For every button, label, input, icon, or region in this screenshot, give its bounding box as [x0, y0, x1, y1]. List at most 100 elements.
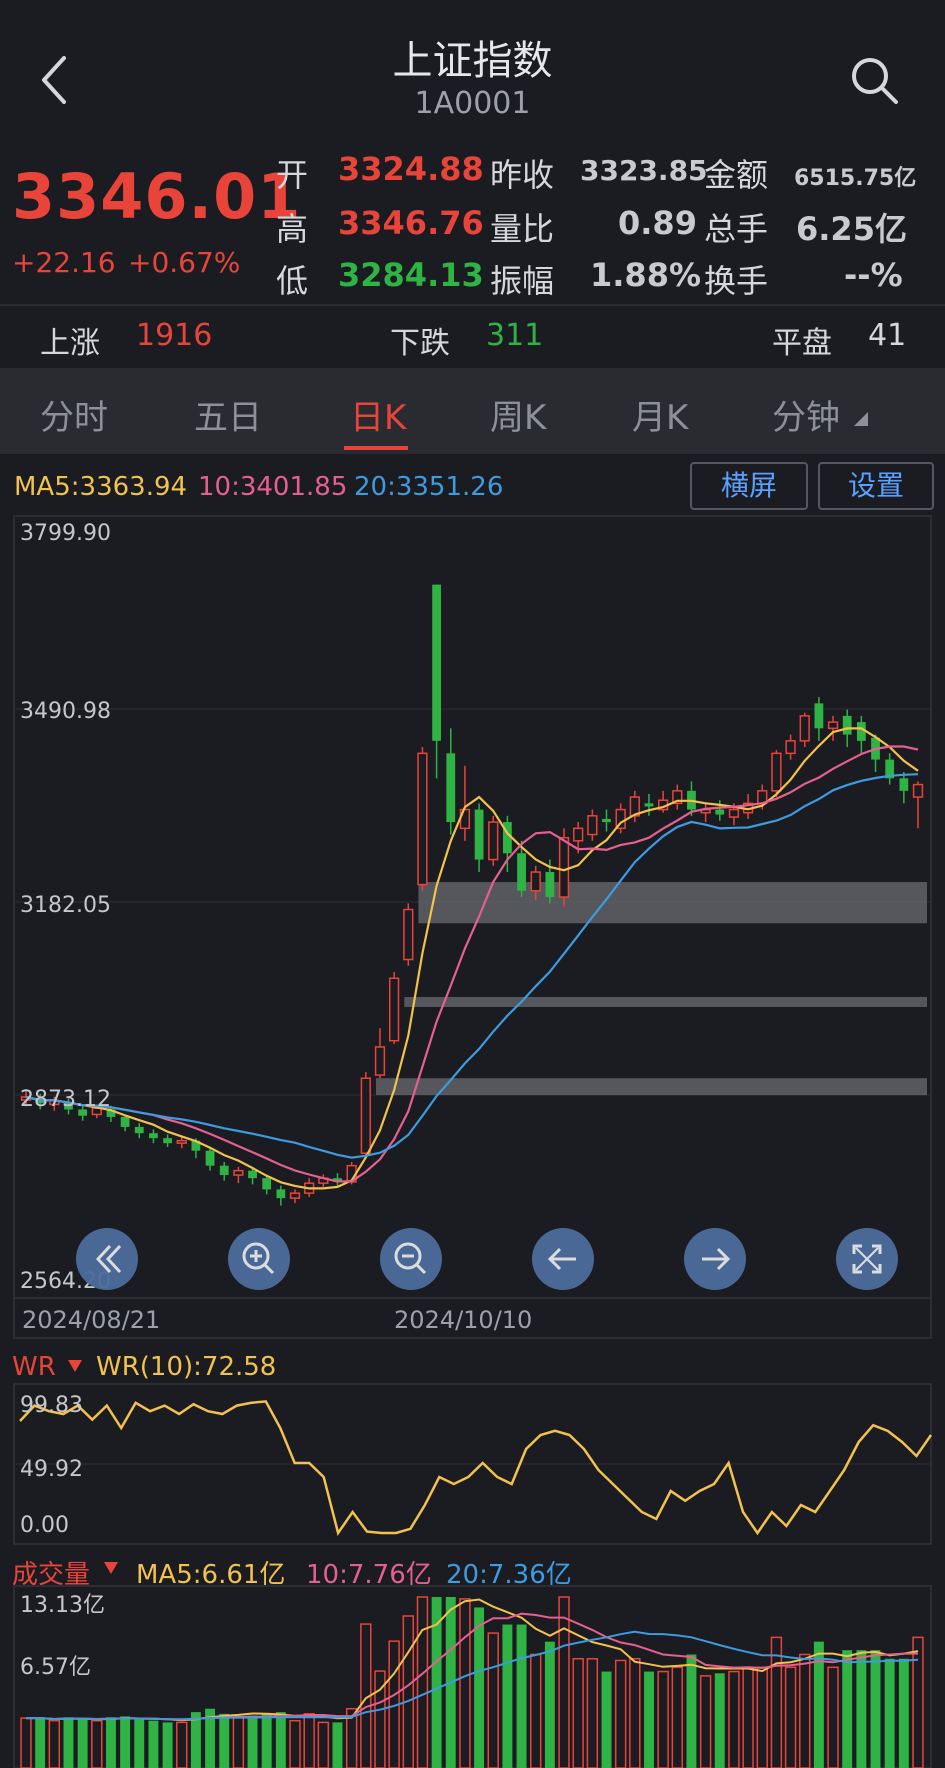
- candle-body: [289, 1192, 301, 1199]
- search-icon[interactable]: [848, 52, 902, 108]
- candle-body: [899, 778, 909, 791]
- candle-body: [488, 821, 499, 861]
- candle-body: [530, 871, 541, 892]
- candle-body: [728, 808, 740, 818]
- double-left-icon[interactable]: [76, 1228, 138, 1290]
- ma20-legend: 20:3351.26: [354, 472, 504, 502]
- volume-bar: [912, 1636, 924, 1768]
- volume-bar: [756, 1666, 768, 1768]
- volume-ma20-line: [26, 1630, 919, 1721]
- kline-chart[interactable]: 3799.90 3490.98 3182.05 2873.12 2564.20 …: [0, 512, 945, 1342]
- volume-bar: [105, 1717, 116, 1768]
- low-value: 3284.13: [338, 256, 484, 294]
- low-label: 低: [276, 262, 309, 300]
- volume-bar: [317, 1721, 330, 1768]
- candle-body: [149, 1133, 158, 1139]
- zoom-in-icon[interactable]: [228, 1228, 290, 1290]
- candle-body: [403, 908, 414, 961]
- volume-bar: [134, 1718, 145, 1768]
- candle-body: [573, 827, 584, 842]
- active-tab-indicator: [344, 446, 408, 450]
- amplitude-value: 1.88%: [590, 256, 702, 294]
- volume-bar: [487, 1632, 499, 1768]
- candle-body: [474, 809, 484, 860]
- divider: [0, 304, 945, 306]
- volume-bar: [629, 1658, 641, 1768]
- tab-monthly-k[interactable]: 月K: [632, 390, 688, 439]
- wr-label[interactable]: WR: [12, 1352, 56, 1382]
- wr-value: WR(10):72.58: [96, 1352, 277, 1382]
- tab-intraday[interactable]: 分时: [40, 390, 108, 439]
- high-value: 3346.76: [338, 204, 484, 242]
- volume-dropdown-icon[interactable]: [104, 1562, 118, 1574]
- volume-bar: [35, 1718, 46, 1768]
- candle-body: [814, 703, 824, 729]
- volume-bar: [799, 1653, 811, 1768]
- open-value: 3324.88: [338, 150, 484, 188]
- kline-ytick-2: 3182.05: [20, 893, 111, 918]
- tab-minute[interactable]: 分钟: [772, 390, 840, 439]
- arrow-right-icon[interactable]: [684, 1228, 746, 1290]
- volume-bar: [601, 1671, 612, 1768]
- volume-bar: [148, 1720, 159, 1768]
- amplitude-label: 振幅: [490, 262, 555, 300]
- zoom-out-icon[interactable]: [380, 1228, 442, 1290]
- dropdown-triangle-icon: [854, 412, 868, 426]
- candle-body: [602, 818, 611, 823]
- candle-body: [219, 1165, 229, 1176]
- volume-bar: [303, 1713, 315, 1768]
- candle-body: [785, 740, 796, 755]
- volume-bar: [48, 1719, 61, 1768]
- volume-chart[interactable]: 13.13亿 6.57亿: [0, 1584, 945, 1768]
- fullscreen-icon[interactable]: [836, 1228, 898, 1290]
- kline-date-mid: 2024/10/10: [394, 1306, 532, 1334]
- volume-bar: [232, 1716, 245, 1768]
- landscape-button[interactable]: 横屏: [690, 462, 808, 510]
- volume-bar: [63, 1717, 74, 1768]
- amount-value: 6515.75亿: [794, 166, 917, 191]
- wr-dropdown-icon[interactable]: [68, 1360, 82, 1372]
- volume-bar: [870, 1650, 881, 1768]
- tab-weekly-k[interactable]: 周K: [490, 390, 546, 439]
- candle-body: [374, 1046, 386, 1076]
- tab-daily-k[interactable]: 日K: [350, 390, 406, 439]
- candle-body: [432, 584, 441, 741]
- flat-label: 平盘: [772, 326, 832, 361]
- turnover-label: 换手: [704, 262, 769, 300]
- volume-bar: [530, 1653, 542, 1768]
- candle-body: [417, 752, 428, 886]
- volume-bar: [572, 1658, 584, 1768]
- volume-bar: [416, 1596, 429, 1768]
- candle-body: [163, 1138, 172, 1144]
- candle-body: [799, 715, 810, 742]
- ma20-line: [25, 773, 919, 1159]
- settings-button[interactable]: 设置: [818, 462, 934, 510]
- wr-chart[interactable]: 99.83 49.92 0.00: [0, 1380, 945, 1548]
- tab-five-day[interactable]: 五日: [194, 390, 262, 439]
- candle-body: [388, 977, 400, 1042]
- volume-bar: [431, 1597, 442, 1768]
- volume-bar: [714, 1673, 725, 1768]
- up-count: 1916: [136, 318, 213, 353]
- price-change-pct: +0.67%: [128, 246, 241, 279]
- vol-ratio-label: 量比: [490, 210, 555, 248]
- candle-body: [262, 1178, 272, 1190]
- arrow-left-icon[interactable]: [532, 1228, 594, 1290]
- prev-close-value: 3323.85: [580, 154, 708, 187]
- candle-body: [771, 752, 782, 792]
- candle-body: [827, 721, 839, 730]
- kline-frame: [13, 515, 932, 1339]
- volume-bar: [516, 1624, 527, 1768]
- volume-bar: [289, 1719, 301, 1768]
- volume-bar: [898, 1658, 909, 1768]
- up-label: 上涨: [40, 326, 100, 361]
- volume-bar: [502, 1624, 513, 1768]
- page-title: 上证指数: [392, 38, 553, 84]
- candle-body: [912, 783, 924, 798]
- candle-body: [644, 803, 654, 807]
- total-vol-value: 6.25亿: [796, 210, 907, 248]
- volume-ma5-line: [26, 1598, 919, 1722]
- volume-bar: [842, 1650, 853, 1768]
- ma5-line: [25, 727, 919, 1190]
- candle-body: [233, 1169, 244, 1176]
